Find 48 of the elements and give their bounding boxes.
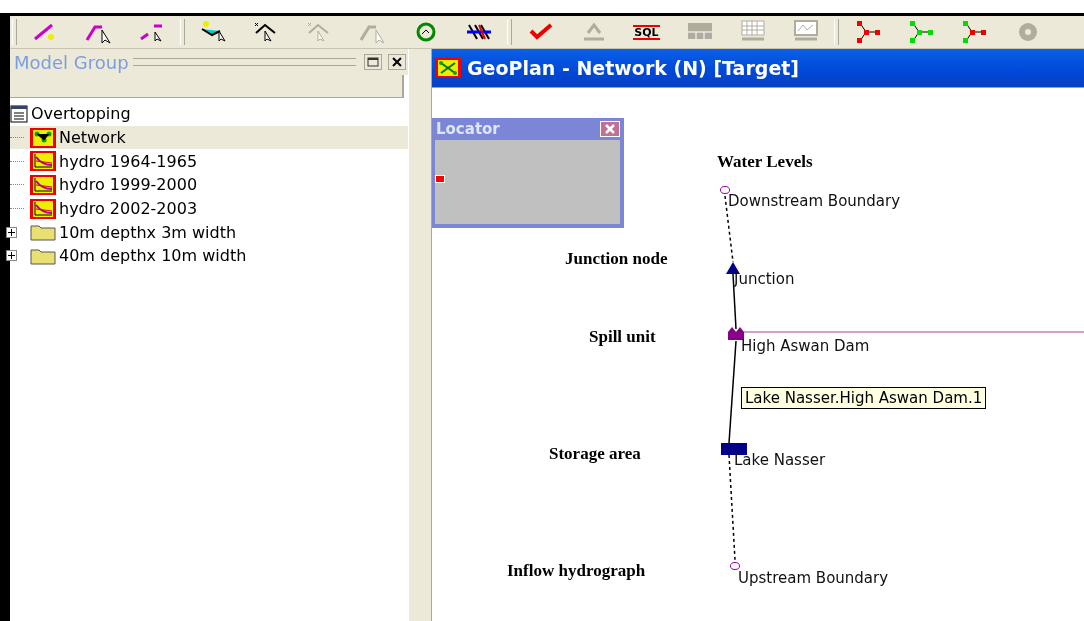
tree-item[interactable]: hydro 1999-2000 <box>10 173 408 197</box>
boundary-node[interactable] <box>730 562 740 570</box>
tree-item[interactable]: hydro 2002-2003 <box>10 196 408 221</box>
sparkle-cursor-icon <box>199 19 228 45</box>
tree-item[interactable]: Overtopping <box>10 102 408 126</box>
tree-item[interactable]: Network <box>10 125 408 150</box>
annotation-label: Junction node <box>565 249 668 269</box>
annotation-label: Storage area <box>549 444 641 464</box>
plus-icon <box>8 228 15 236</box>
graph-file-icon <box>30 151 56 172</box>
node-label: Lake Nasser <box>734 451 826 469</box>
restore-button[interactable] <box>364 54 382 70</box>
link-line[interactable] <box>728 340 737 444</box>
network-icon <box>435 58 461 78</box>
annotation-label: Inflow hydrograph <box>507 561 646 581</box>
grip-handle[interactable] <box>132 58 356 66</box>
annotation-label: Spill unit <box>589 327 656 347</box>
tooltip: Lake Nasser.High Aswan Dam.1 <box>741 387 987 409</box>
close-icon <box>392 57 402 67</box>
tree-item[interactable]: 40m depthx 10m width <box>10 244 408 268</box>
close-icon <box>605 124 615 134</box>
folder-icon <box>30 246 56 265</box>
close-button[interactable] <box>388 54 406 70</box>
storage-node[interactable] <box>721 443 747 455</box>
panel-title: Model Group <box>14 51 129 73</box>
junction-node[interactable] <box>726 262 740 274</box>
folder-icon <box>30 223 56 242</box>
tree-item[interactable]: hydro 1964-1965 <box>10 149 408 174</box>
node-label: Upstream Boundary <box>738 569 889 587</box>
spill-node[interactable] <box>728 327 744 340</box>
tree-item[interactable]: 10m depthx 3m width <box>10 220 408 245</box>
expand-toggle[interactable] <box>6 250 17 262</box>
boundary-node[interactable] <box>720 186 730 194</box>
expand-toggle[interactable] <box>6 226 17 238</box>
graph-file-icon <box>30 174 56 195</box>
sql-button[interactable]: SQL <box>620 18 673 46</box>
network-file-icon <box>30 127 56 148</box>
locator-title: Locator <box>436 120 500 138</box>
link-line[interactable] <box>728 454 736 561</box>
plus-icon <box>8 252 15 260</box>
graph-file-icon <box>30 198 56 219</box>
window-title: GeoPlan - Network (N) [Target] <box>467 57 800 79</box>
view-marker <box>435 175 445 183</box>
annotation-label: Water Levels <box>717 152 813 172</box>
restore-icon <box>367 57 379 67</box>
node-label: Downstream Boundary <box>728 192 901 210</box>
node-label: Junction <box>734 270 795 288</box>
node-label: High Aswan Dam <box>741 337 870 355</box>
